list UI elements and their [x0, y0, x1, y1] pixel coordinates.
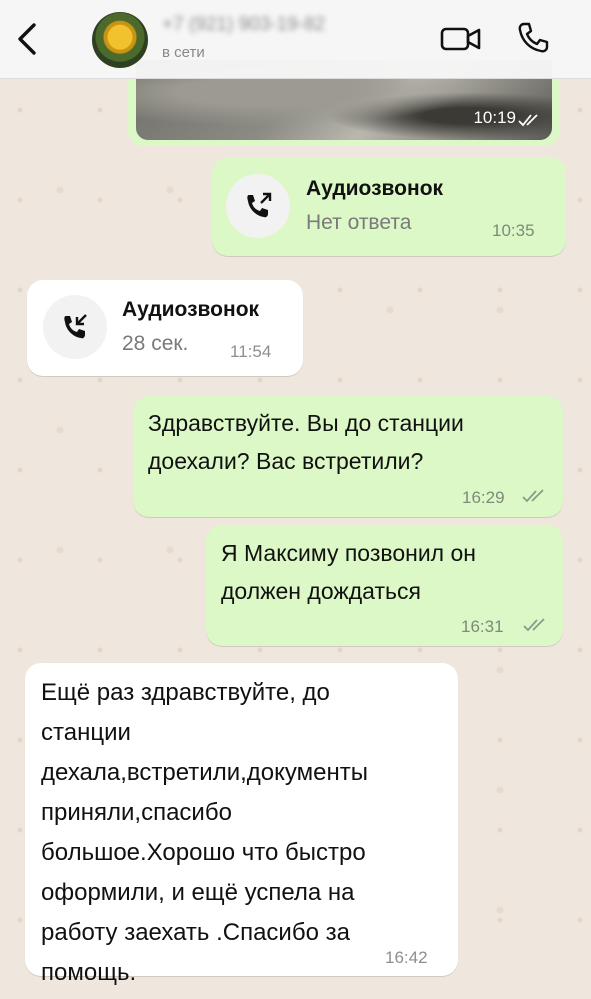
- call-duration: 28 сек.: [122, 332, 189, 355]
- message-line: Ещё раз здравствуйте, до: [41, 679, 330, 706]
- text-message-incoming[interactable]: Ещё раз здравствуйте, до станции дехала,…: [25, 663, 458, 986]
- double-check-icon: [518, 114, 538, 127]
- message-text: Я Максиму позвонил он должен дождаться: [221, 534, 476, 610]
- message-time: 10:35: [492, 221, 535, 240]
- text-message-outgoing[interactable]: Здравствуйте. Вы до станции доехали? Вас…: [133, 396, 563, 517]
- call-status: Нет ответа: [306, 211, 412, 234]
- message-text: Ещё раз здравствуйте, до станции дехала,…: [41, 673, 368, 993]
- call-icon-circle: [43, 295, 107, 359]
- message-time: 16:31: [461, 617, 504, 636]
- message-line: помощь.: [41, 959, 137, 986]
- message-line: Здравствуйте. Вы до станции: [148, 410, 464, 436]
- message-line: дехала,встретили,документы: [41, 759, 368, 786]
- message-line: оформили, и ещё успела на: [41, 879, 355, 906]
- call-title: Аудиозвонок: [306, 177, 444, 200]
- phone-icon[interactable]: [515, 20, 551, 56]
- message-line: большое.Хорошо что быстро: [41, 839, 366, 866]
- message-time: 11:54: [230, 342, 272, 361]
- message-time: 16:29: [462, 488, 505, 507]
- message-line: доехали? Вас встретили?: [148, 448, 424, 474]
- double-check-icon: [522, 489, 544, 503]
- message-line: станции: [41, 719, 131, 746]
- message-line: приняли,спасибо: [41, 799, 232, 826]
- outgoing-call-icon: [247, 192, 272, 218]
- call-icon-circle: [226, 174, 290, 238]
- chat-header: +7 (921) 903-19-82 в сети: [0, 0, 591, 79]
- contact-status: в сети: [162, 44, 205, 61]
- call-title: Аудиозвонок: [122, 298, 260, 321]
- back-chevron-icon[interactable]: [12, 22, 42, 56]
- message-time: 16:42: [385, 948, 428, 967]
- call-message-outgoing[interactable]: Аудиозвонок Нет ответа 10:35: [212, 157, 566, 256]
- call-message-incoming[interactable]: Аудиозвонок 28 сек. 11:54: [27, 280, 303, 376]
- contact-name[interactable]: +7 (921) 903-19-82: [162, 14, 325, 36]
- message-time: 10:19: [473, 108, 516, 127]
- message-text: Здравствуйте. Вы до станции доехали? Вас…: [148, 404, 464, 480]
- message-line: работу заехать .Спасибо за: [41, 919, 350, 946]
- message-line: должен дождаться: [221, 578, 421, 604]
- text-message-outgoing[interactable]: Я Максиму позвонил он должен дождаться 1…: [206, 525, 563, 646]
- incoming-call-icon: [64, 314, 87, 339]
- video-call-icon[interactable]: [440, 24, 482, 54]
- message-line: Я Максиму позвонил он: [221, 540, 476, 566]
- double-check-icon: [523, 618, 545, 632]
- contact-avatar[interactable]: [92, 12, 148, 68]
